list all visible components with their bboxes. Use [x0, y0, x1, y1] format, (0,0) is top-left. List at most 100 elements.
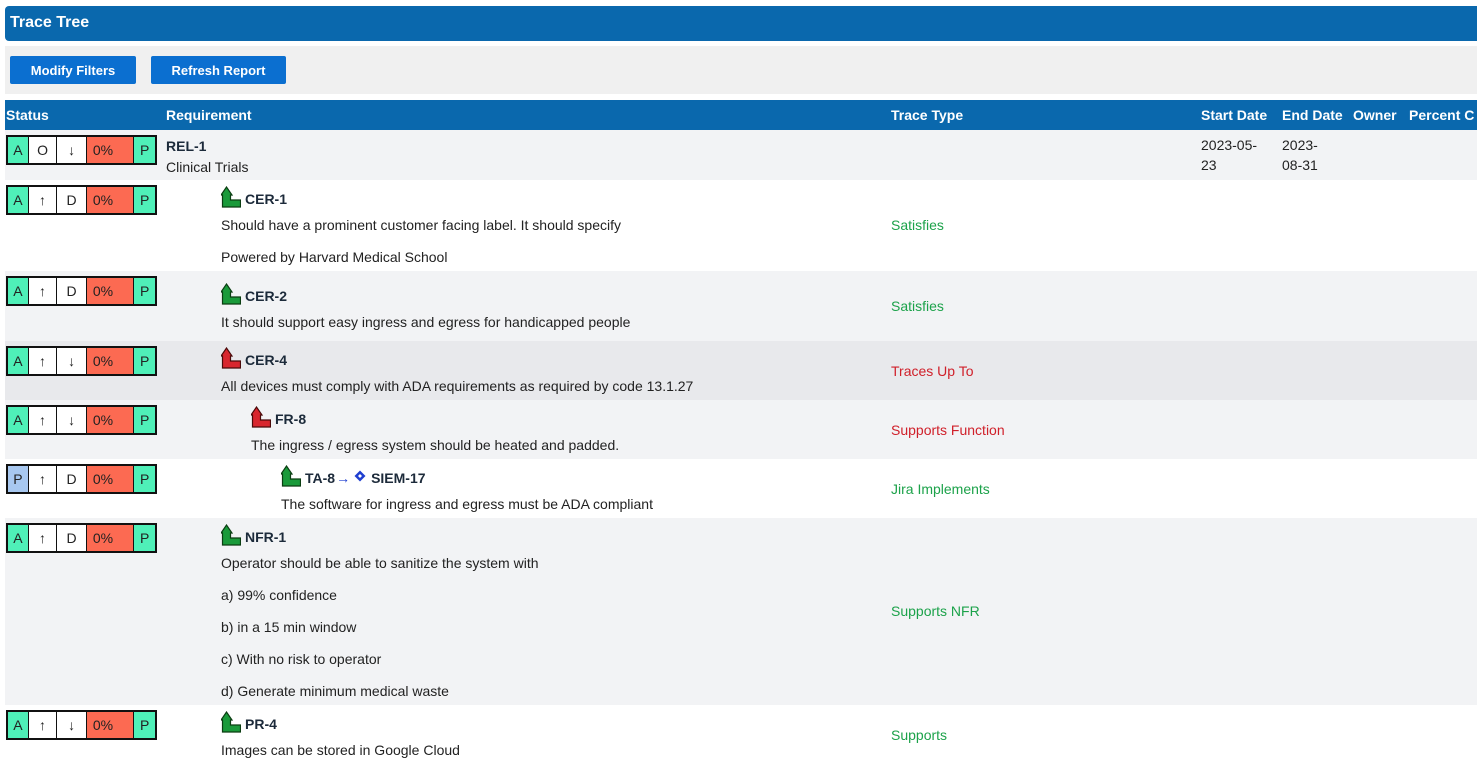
trace-up-green-icon — [219, 282, 242, 308]
end-date-line: 2023- — [1282, 137, 1318, 153]
requirement-key[interactable]: NFR-1 — [245, 529, 286, 545]
table-row[interactable]: A ↑ ↓ 0% P FR-8 The ingress / egress sys… — [5, 400, 1477, 459]
end-date-line: 08-31 — [1282, 157, 1318, 173]
status-cell: P — [134, 525, 155, 551]
start-date: 2023-05- 23 — [1201, 135, 1257, 175]
column-trace-type[interactable]: Trace Type — [891, 107, 963, 123]
modify-filters-button[interactable]: Modify Filters — [10, 56, 136, 84]
trace-type: Satisfies — [891, 298, 944, 314]
table-row[interactable]: A ↑ ↓ 0% P PR-4 Images can be stored in … — [5, 705, 1477, 762]
table-row[interactable]: A ↑ ↓ 0% P CER-4 All devices must comply… — [5, 341, 1477, 400]
linked-issue-key[interactable]: SIEM-17 — [371, 470, 425, 486]
status-cells: A ↑ D 0% P — [6, 185, 157, 215]
link-arrow-icon: → — [336, 470, 351, 486]
trace-type: Supports Function — [891, 422, 1005, 438]
table-row[interactable]: P ↑ D 0% P TA-8→ SIEM-17 The software for… — [5, 459, 1477, 518]
start-date-line: 23 — [1201, 157, 1217, 173]
status-cell: A — [8, 525, 29, 551]
status-cells: A ↑ ↓ 0% P — [6, 405, 157, 435]
status-cell: ↓ — [57, 712, 87, 738]
requirement-key[interactable]: FR-8 — [275, 411, 306, 427]
status-cell: D — [57, 278, 87, 304]
status-cell: P — [134, 137, 155, 163]
status-cell: ↓ — [57, 137, 87, 163]
column-end-date[interactable]: End Date — [1282, 107, 1343, 123]
status-cell: O — [28, 137, 58, 163]
status-cell: P — [134, 278, 155, 304]
requirement-cell: CER-4 All devices must comply with ADA r… — [219, 346, 694, 394]
requirement-text: It should support easy ingress and egres… — [221, 314, 631, 330]
requirement-cell: PR-4 Images can be stored in Google Clou… — [219, 710, 460, 758]
column-status[interactable]: Status — [6, 107, 49, 123]
requirement-text: Images can be stored in Google Cloud — [221, 742, 460, 758]
status-cells: A ↑ D 0% P — [6, 523, 157, 553]
status-cell: D — [57, 525, 87, 551]
status-cell: ↑ — [28, 525, 58, 551]
status-cell: P — [134, 348, 155, 374]
status-cell: A — [8, 187, 29, 213]
column-percent[interactable]: Percent C — [1409, 107, 1474, 123]
status-cell: P — [134, 187, 155, 213]
table-row[interactable]: A ↑ D 0% P CER-2 It should support easy … — [5, 271, 1477, 341]
percent-cell: 0% — [86, 137, 135, 163]
percent-cell: 0% — [86, 407, 135, 433]
status-cell: ↑ — [28, 712, 58, 738]
trace-type: Supports — [891, 727, 948, 743]
requirement-text: All devices must comply with ADA require… — [221, 378, 694, 394]
status-cells: A ↑ ↓ 0% P — [6, 710, 157, 740]
page-title: Trace Tree — [10, 14, 90, 31]
requirement-text: c) With no risk to operator — [221, 651, 382, 667]
requirement-text: Should have a prominent customer facing … — [221, 217, 622, 233]
status-cells: A ↑ D 0% P — [6, 276, 157, 306]
trace-up-green-icon — [219, 523, 242, 549]
table-row[interactable]: A ↑ D 0% P CER-1 Should have a prominent… — [5, 180, 1477, 271]
status-cell: P — [134, 712, 155, 738]
column-requirement[interactable]: Requirement — [166, 107, 252, 123]
status-cell: ↑ — [28, 466, 58, 492]
requirement-cell: TA-8→ SIEM-17 The software for ingress an… — [279, 464, 653, 512]
end-date: 2023- 08-31 — [1282, 135, 1318, 175]
requirement-key[interactable]: CER-2 — [245, 288, 287, 304]
requirement-cell: CER-2 It should support easy ingress and… — [219, 282, 631, 330]
toolbar: Modify Filters Refresh Report — [5, 46, 1477, 94]
status-cell: P — [134, 407, 155, 433]
trace-type: Jira Implements — [891, 481, 990, 497]
column-owner[interactable]: Owner — [1353, 107, 1397, 123]
status-cell: ↑ — [28, 348, 58, 374]
requirement-text: a) 99% confidence — [221, 587, 337, 603]
status-cell: ↑ — [28, 407, 58, 433]
trace-type: Traces Up To — [891, 363, 974, 379]
requirement-cell: CER-1 Should have a prominent customer f… — [219, 185, 622, 265]
table-row[interactable]: A ↑ D 0% P NFR-1 Operator should be able… — [5, 518, 1477, 705]
percent-cell: 0% — [86, 466, 135, 492]
status-cells: A ↑ ↓ 0% P — [6, 346, 157, 376]
requirement-key[interactable]: TA-8 — [305, 470, 335, 486]
status-cell: A — [8, 712, 29, 738]
requirement-key[interactable]: PR-4 — [245, 716, 277, 732]
requirement-text: Powered by Harvard Medical School — [221, 249, 448, 265]
start-date-line: 2023-05- — [1201, 137, 1258, 153]
column-start-date[interactable]: Start Date — [1201, 107, 1267, 123]
refresh-report-button[interactable]: Refresh Report — [151, 56, 286, 84]
requirement-key[interactable]: CER-1 — [245, 191, 287, 207]
requirement-cell: NFR-1 Operator should be able to sanitiz… — [219, 523, 539, 699]
trace-up-red-icon — [249, 405, 272, 431]
requirement-text: The software for ingress and egress must… — [281, 496, 653, 512]
requirement-cell: REL-1 Clinical Trials — [166, 138, 248, 175]
table-row[interactable]: A O ↓ 0% P REL-1 Clinical Trials 2023-05… — [5, 130, 1477, 180]
requirement-text: The ingress / egress system should be he… — [251, 437, 620, 453]
status-cell: D — [57, 187, 87, 213]
trace-type: Supports NFR — [891, 603, 980, 619]
percent-cell: 0% — [86, 525, 135, 551]
requirement-key[interactable]: CER-4 — [245, 352, 287, 368]
requirement-cell: FR-8 The ingress / egress system should … — [249, 405, 620, 453]
trace-up-red-icon — [219, 346, 242, 372]
requirement-text: Clinical Trials — [166, 159, 249, 175]
percent-cell: 0% — [86, 348, 135, 374]
status-cell: A — [8, 407, 29, 433]
requirement-key[interactable]: REL-1 — [166, 138, 248, 154]
status-cells: A O ↓ 0% P — [6, 135, 157, 165]
status-cell: ↓ — [57, 348, 87, 374]
percent-cell: 0% — [86, 712, 135, 738]
trace-up-green-icon — [219, 710, 242, 736]
